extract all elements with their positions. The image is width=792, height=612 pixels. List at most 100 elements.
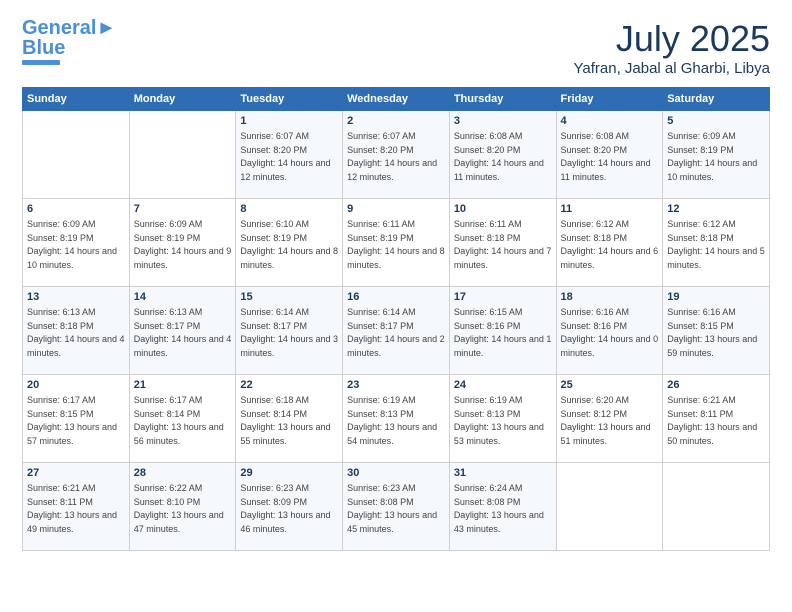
calendar-header-row: Sunday Monday Tuesday Wednesday Thursday…	[23, 88, 770, 111]
day-number: 24	[454, 378, 552, 393]
day-number: 16	[347, 290, 445, 305]
day-number: 5	[667, 114, 765, 129]
table-row: 28Sunrise: 6:22 AMSunset: 8:10 PMDayligh…	[129, 463, 236, 551]
day-number: 27	[27, 466, 125, 481]
page-header: General► Blue July 2025 Yafran, Jabal al…	[22, 18, 770, 77]
table-row: 1 Sunrise: 6:07 AMSunset: 8:20 PMDaylight…	[236, 111, 343, 199]
table-row: 13 Sunrise: 6:13 AMSunset: 8:18 PMDayligh…	[23, 287, 130, 375]
day-number: 3	[454, 114, 552, 129]
col-saturday: Saturday	[663, 88, 770, 111]
day-detail: Sunrise: 6:17 AMSunset: 8:14 PMDaylight:…	[134, 395, 224, 446]
table-row: 12 Sunrise: 6:12 AMSunset: 8:18 PMDayligh…	[663, 199, 770, 287]
main-title: July 2025	[573, 18, 770, 60]
table-row: 25 Sunrise: 6:20 AMSunset: 8:12 PMDayligh…	[556, 375, 663, 463]
table-row: 9 Sunrise: 6:11 AMSunset: 8:19 PMDaylight…	[343, 199, 450, 287]
table-row: 2Sunrise: 6:07 AMSunset: 8:20 PMDaylight…	[343, 111, 450, 199]
table-row: 14 Sunrise: 6:13 AMSunset: 8:17 PMDayligh…	[129, 287, 236, 375]
logo-general: General	[22, 17, 96, 39]
day-detail: Sunrise: 6:23 AMSunset: 8:09 PMDaylight:…	[240, 483, 330, 534]
day-detail: Sunrise: 6:12 AMSunset: 8:18 PMDaylight:…	[561, 219, 659, 270]
day-number: 26	[667, 378, 765, 393]
day-detail: Sunrise: 6:24 AMSunset: 8:08 PMDaylight:…	[454, 483, 544, 534]
day-detail: Sunrise: 6:16 AMSunset: 8:16 PMDaylight:…	[561, 307, 659, 358]
table-row: 6 Sunrise: 6:09 AMSunset: 8:19 PMDaylight…	[23, 199, 130, 287]
day-detail: Sunrise: 6:20 AMSunset: 8:12 PMDaylight:…	[561, 395, 651, 446]
day-number: 20	[27, 378, 125, 393]
day-detail: Sunrise: 6:09 AMSunset: 8:19 PMDaylight:…	[27, 219, 117, 270]
day-detail: Sunrise: 6:19 AMSunset: 8:13 PMDaylight:…	[347, 395, 437, 446]
table-row	[23, 111, 130, 199]
table-row: 8 Sunrise: 6:10 AMSunset: 8:19 PMDaylight…	[236, 199, 343, 287]
day-detail: Sunrise: 6:17 AMSunset: 8:15 PMDaylight:…	[27, 395, 117, 446]
table-row	[129, 111, 236, 199]
day-detail: Sunrise: 6:07 AMSunset: 8:20 PMDaylight:…	[240, 131, 330, 182]
day-detail: Sunrise: 6:09 AMSunset: 8:19 PMDaylight:…	[667, 131, 757, 182]
day-detail: Sunrise: 6:21 AMSunset: 8:11 PMDaylight:…	[27, 483, 117, 534]
table-row: 24Sunrise: 6:19 AMSunset: 8:13 PMDayligh…	[449, 375, 556, 463]
day-number: 11	[561, 202, 659, 217]
col-friday: Friday	[556, 88, 663, 111]
day-number: 25	[561, 378, 659, 393]
table-row: 16 Sunrise: 6:14 AMSunset: 8:17 PMDayligh…	[343, 287, 450, 375]
day-detail: Sunrise: 6:21 AMSunset: 8:11 PMDaylight:…	[667, 395, 757, 446]
table-row: 29Sunrise: 6:23 AMSunset: 8:09 PMDayligh…	[236, 463, 343, 551]
day-detail: Sunrise: 6:14 AMSunset: 8:17 PMDaylight:…	[347, 307, 445, 358]
day-number: 17	[454, 290, 552, 305]
day-number: 23	[347, 378, 445, 393]
day-number: 10	[454, 202, 552, 217]
day-number: 12	[667, 202, 765, 217]
table-row	[663, 463, 770, 551]
table-row: 11 Sunrise: 6:12 AMSunset: 8:18 PMDayligh…	[556, 199, 663, 287]
day-number: 4	[561, 114, 659, 129]
day-detail: Sunrise: 6:11 AMSunset: 8:18 PMDaylight:…	[454, 219, 552, 270]
day-detail: Sunrise: 6:12 AMSunset: 8:18 PMDaylight:…	[667, 219, 765, 270]
day-number: 2	[347, 114, 445, 129]
logo-underline	[22, 60, 60, 65]
col-tuesday: Tuesday	[236, 88, 343, 111]
table-row: 20 Sunrise: 6:17 AMSunset: 8:15 PMDayligh…	[23, 375, 130, 463]
day-number: 9	[347, 202, 445, 217]
table-row: 26 Sunrise: 6:21 AMSunset: 8:11 PMDayligh…	[663, 375, 770, 463]
day-number: 13	[27, 290, 125, 305]
day-detail: Sunrise: 6:10 AMSunset: 8:19 PMDaylight:…	[240, 219, 338, 270]
table-row: 18 Sunrise: 6:16 AMSunset: 8:16 PMDayligh…	[556, 287, 663, 375]
table-row: 23 Sunrise: 6:19 AMSunset: 8:13 PMDayligh…	[343, 375, 450, 463]
day-number: 19	[667, 290, 765, 305]
day-detail: Sunrise: 6:22 AMSunset: 8:10 PMDaylight:…	[134, 483, 224, 534]
logo: General► Blue	[22, 18, 116, 65]
col-thursday: Thursday	[449, 88, 556, 111]
col-wednesday: Wednesday	[343, 88, 450, 111]
title-block: July 2025 Yafran, Jabal al Gharbi, Libya	[573, 18, 770, 77]
table-row: 17Sunrise: 6:15 AMSunset: 8:16 PMDayligh…	[449, 287, 556, 375]
day-number: 30	[347, 466, 445, 481]
day-number: 15	[240, 290, 338, 305]
day-detail: Sunrise: 6:13 AMSunset: 8:18 PMDaylight:…	[27, 307, 125, 358]
calendar-table: Sunday Monday Tuesday Wednesday Thursday…	[22, 87, 770, 551]
logo-blue: ►	[96, 17, 116, 39]
day-detail: Sunrise: 6:14 AMSunset: 8:17 PMDaylight:…	[240, 307, 338, 358]
table-row: 7Sunrise: 6:09 AMSunset: 8:19 PMDaylight…	[129, 199, 236, 287]
table-row: 10 Sunrise: 6:11 AMSunset: 8:18 PMDayligh…	[449, 199, 556, 287]
day-number: 14	[134, 290, 232, 305]
table-row: 5 Sunrise: 6:09 AMSunset: 8:19 PMDaylight…	[663, 111, 770, 199]
day-number: 21	[134, 378, 232, 393]
table-row: 30Sunrise: 6:23 AMSunset: 8:08 PMDayligh…	[343, 463, 450, 551]
day-detail: Sunrise: 6:13 AMSunset: 8:17 PMDaylight:…	[134, 307, 232, 358]
col-sunday: Sunday	[23, 88, 130, 111]
table-row: 4Sunrise: 6:08 AMSunset: 8:20 PMDaylight…	[556, 111, 663, 199]
day-number: 1	[240, 114, 338, 129]
day-number: 18	[561, 290, 659, 305]
col-monday: Monday	[129, 88, 236, 111]
table-row: 15 Sunrise: 6:14 AMSunset: 8:17 PMDayligh…	[236, 287, 343, 375]
day-number: 31	[454, 466, 552, 481]
day-number: 8	[240, 202, 338, 217]
table-row: 27 Sunrise: 6:21 AMSunset: 8:11 PMDayligh…	[23, 463, 130, 551]
day-detail: Sunrise: 6:11 AMSunset: 8:19 PMDaylight:…	[347, 219, 445, 270]
day-number: 6	[27, 202, 125, 217]
logo-text: General►	[22, 18, 116, 38]
day-number: 7	[134, 202, 232, 217]
table-row: 22Sunrise: 6:18 AMSunset: 8:14 PMDayligh…	[236, 375, 343, 463]
logo-blue-word: Blue	[22, 38, 65, 58]
day-detail: Sunrise: 6:08 AMSunset: 8:20 PMDaylight:…	[454, 131, 544, 182]
table-row	[556, 463, 663, 551]
